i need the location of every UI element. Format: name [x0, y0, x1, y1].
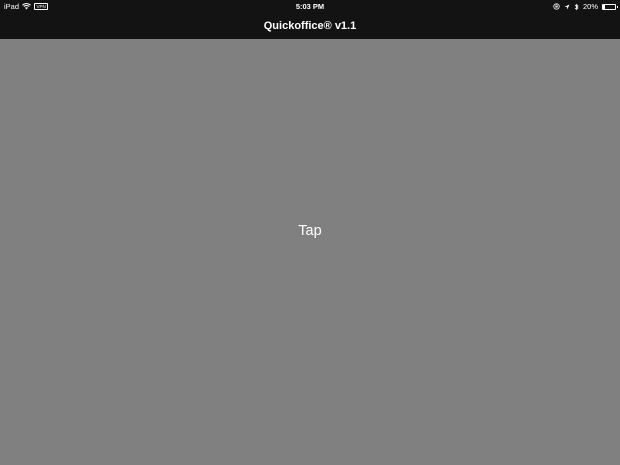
status-bar: iPad VPN 5:03 PM 20%: [0, 0, 620, 13]
screen: iPad VPN 5:03 PM 20% Quickoffice® v1.1 T…: [0, 0, 620, 465]
battery-tip: [616, 5, 618, 8]
battery-outline: [602, 3, 618, 10]
status-time: 5:03 PM: [295, 2, 325, 11]
navigation-bar: Quickoffice® v1.1: [0, 13, 620, 39]
bluetooth-icon: [574, 0, 579, 13]
battery-percent: 20%: [582, 2, 598, 11]
battery-fill: [603, 4, 606, 9]
app-title: Quickoffice® v1.1: [263, 20, 357, 32]
location-arrow-icon: [564, 0, 570, 13]
tap-label: Tap: [298, 223, 322, 239]
orientation-lock-icon: [553, 0, 560, 13]
tap-area[interactable]: Tap: [0, 39, 620, 465]
status-right: 20%: [553, 0, 618, 13]
battery-icon: [602, 0, 618, 13]
